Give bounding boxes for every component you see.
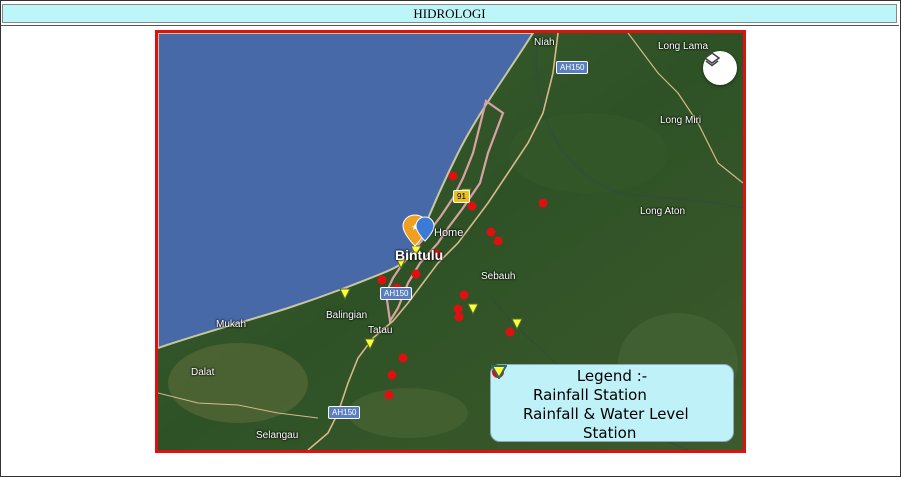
place-label-sebauh: Sebauh [481, 271, 516, 282]
rainfall-station-marker[interactable] [387, 370, 397, 380]
rainfall-station-marker[interactable] [454, 312, 464, 322]
rainfall-station-marker[interactable] [411, 269, 421, 279]
rainfall-station-marker[interactable] [398, 353, 408, 363]
place-label-tatau: Tatau [368, 325, 393, 336]
legend-water-level-label: Rainfall & Water Level [523, 405, 689, 423]
rainfall-station-marker[interactable] [453, 304, 463, 314]
place-label-mukah: Mukah [216, 319, 247, 330]
road-shield-ah150: AH150 [380, 287, 413, 300]
legend-water-level-label-line2: Station [583, 424, 637, 442]
hydrology-map[interactable]: ★ Niah Long Lama Long Miri Long Aton Hom… [155, 30, 746, 453]
title-divider [1, 25, 899, 26]
rainfall-station-marker[interactable] [505, 327, 515, 337]
road-shield-91: 91 [453, 190, 470, 203]
road-shield-ah150: AH150 [556, 61, 589, 74]
page-title: HIDROLOGI [2, 4, 897, 23]
place-label-home: Home [434, 227, 464, 239]
legend-title: Legend :- [576, 367, 648, 385]
water-level-legend-icon [491, 365, 507, 379]
place-label-niah: Niah [534, 37, 555, 48]
rainfall-station-marker[interactable] [493, 236, 503, 246]
map-legend: Legend :- Rainfall Station Rainfall & Wa… [490, 364, 734, 442]
rainfall-station-marker[interactable] [377, 275, 387, 285]
rainfall-station-marker[interactable] [384, 390, 394, 400]
place-label-long-miri: Long Miri [660, 115, 702, 126]
road-shield-ah150: AH150 [328, 406, 361, 419]
legend-rainfall-label: Rainfall Station [533, 386, 647, 404]
place-label-dalat: Dalat [191, 367, 215, 378]
place-label-balingian: Balingian [326, 310, 368, 321]
layers-button[interactable] [703, 51, 737, 85]
rainfall-station-marker[interactable] [538, 198, 548, 208]
rainfall-station-marker[interactable] [459, 290, 469, 300]
layers-icon [703, 52, 721, 67]
rainfall-station-marker[interactable] [448, 171, 458, 181]
rainfall-station-marker[interactable] [486, 227, 496, 237]
place-label-long-lama: Long Lama [658, 41, 709, 52]
place-label-selangau: Selangau [256, 430, 299, 441]
place-label-long-aton: Long Aton [640, 206, 686, 217]
place-label-bintulu: Bintulu [395, 247, 444, 263]
rainfall-station-marker[interactable] [467, 201, 477, 211]
